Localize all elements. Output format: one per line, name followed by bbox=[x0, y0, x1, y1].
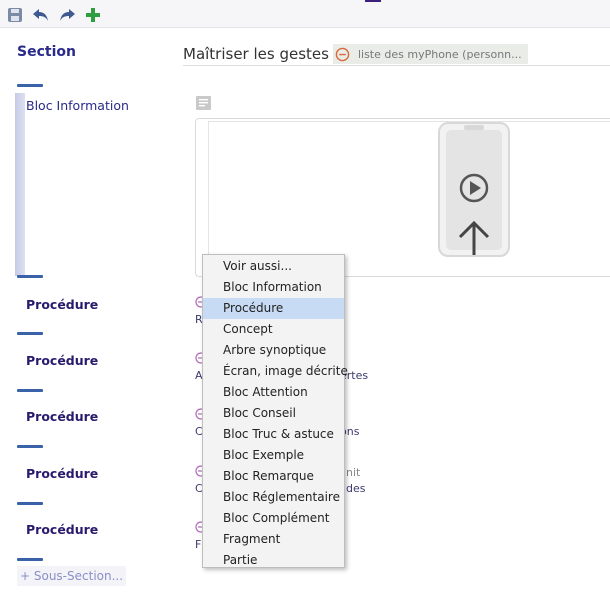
phone-video-icon[interactable] bbox=[438, 122, 510, 257]
procedure-label[interactable]: Procédure bbox=[26, 466, 98, 481]
add-subsection-button[interactable]: + Sous-Section... bbox=[17, 566, 127, 586]
procedure-text[interactable]: F bbox=[195, 538, 201, 551]
procedure-label[interactable]: Procédure bbox=[26, 297, 98, 312]
redo-button[interactable] bbox=[57, 5, 77, 25]
section-title[interactable]: Maîtriser les gestes liste des myPhone (… bbox=[183, 44, 528, 64]
reference-chip[interactable]: liste des myPhone (personn... bbox=[332, 44, 528, 64]
menu-item-bloc-complement[interactable]: Bloc Complément bbox=[203, 508, 344, 529]
block-separator bbox=[17, 389, 43, 392]
block-separator bbox=[17, 84, 43, 87]
toolbar bbox=[0, 0, 610, 28]
section-label: Section bbox=[17, 44, 76, 60]
menu-item-procedure[interactable]: Procédure bbox=[203, 298, 344, 319]
toolbar-accent-line bbox=[365, 0, 381, 2]
section-title-text[interactable]: Maîtriser les gestes bbox=[183, 45, 329, 63]
menu-item-ecran-image-decrite[interactable]: Écran, image décrite bbox=[203, 361, 348, 382]
minus-circle-icon bbox=[335, 47, 350, 61]
bloc-information-label[interactable]: Bloc Information bbox=[26, 98, 129, 113]
undo-icon bbox=[33, 9, 48, 21]
add-button[interactable] bbox=[83, 5, 103, 25]
block-separator bbox=[17, 275, 43, 278]
menu-item-bloc-attention[interactable]: Bloc Attention bbox=[203, 382, 344, 403]
menu-item-bloc-reglementaire[interactable]: Bloc Réglementaire bbox=[203, 487, 344, 508]
block-selection-bar[interactable] bbox=[15, 93, 25, 276]
block-separator bbox=[17, 332, 43, 335]
reference-chip-text: liste des myPhone (personn... bbox=[357, 47, 522, 61]
procedure-text-tail: nit bbox=[346, 466, 361, 479]
undo-button[interactable] bbox=[31, 5, 51, 25]
menu-item-bloc-exemple[interactable]: Bloc Exemple bbox=[203, 445, 344, 466]
menu-item-fragment[interactable]: Fragment bbox=[203, 529, 344, 550]
block-separator bbox=[17, 502, 43, 505]
procedure-label[interactable]: Procédure bbox=[26, 353, 98, 368]
insert-block-menu: Voir aussi... Bloc Information Procédure… bbox=[202, 254, 348, 571]
block-separator bbox=[17, 558, 43, 561]
menu-item-bloc-truc-astuce[interactable]: Bloc Truc & astuce bbox=[203, 424, 344, 445]
menu-item-bloc-conseil[interactable]: Bloc Conseil bbox=[203, 403, 344, 424]
redo-icon bbox=[60, 9, 75, 21]
procedure-label[interactable]: Procédure bbox=[26, 409, 98, 424]
menu-item-voir-aussi[interactable]: Voir aussi... bbox=[203, 256, 344, 277]
title-divider bbox=[183, 65, 610, 66]
save-icon bbox=[8, 8, 22, 22]
menu-item-concept[interactable]: Concept bbox=[203, 319, 344, 340]
media-frame bbox=[208, 121, 610, 272]
save-button[interactable] bbox=[5, 5, 25, 25]
procedure-label[interactable]: Procédure bbox=[26, 522, 98, 537]
plus-icon bbox=[86, 8, 100, 22]
menu-item-arbre-synoptique[interactable]: Arbre synoptique bbox=[203, 340, 344, 361]
block-separator bbox=[17, 445, 43, 448]
menu-item-partie[interactable]: Partie bbox=[203, 550, 344, 571]
procedure-text-tail: des bbox=[346, 482, 366, 495]
menu-item-bloc-information[interactable]: Bloc Information bbox=[203, 277, 344, 298]
menu-item-bloc-remarque[interactable]: Bloc Remarque bbox=[203, 466, 344, 487]
document-icon[interactable] bbox=[196, 96, 211, 110]
